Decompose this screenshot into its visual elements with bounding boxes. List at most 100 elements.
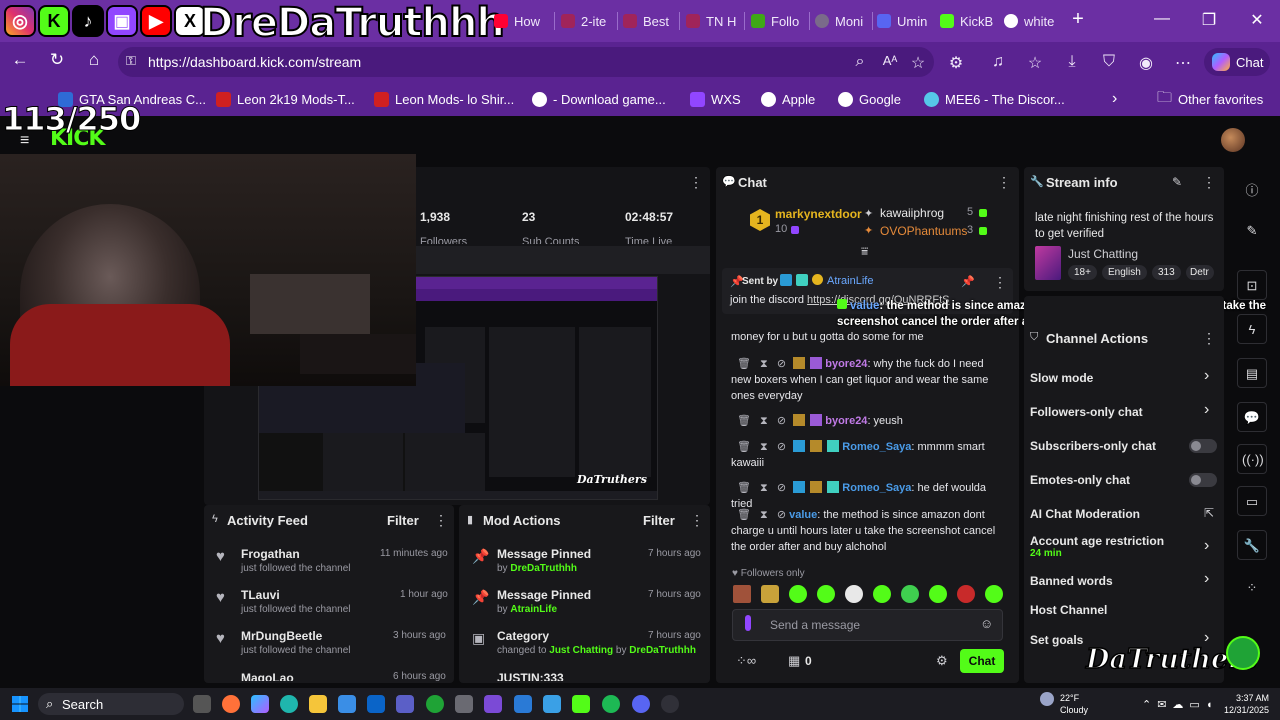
spotify-icon[interactable] bbox=[602, 695, 620, 713]
external-link-icon[interactable]: ⇱ bbox=[1204, 506, 1214, 520]
clock-time[interactable]: 3:37 AM bbox=[1236, 693, 1269, 703]
delete-icon[interactable]: 🗑 bbox=[737, 441, 751, 453]
camera-icon[interactable]: ⊡ bbox=[1242, 278, 1262, 294]
activity-filter-button[interactable]: Filter bbox=[387, 513, 419, 528]
read-aloud-icon[interactable]: Aᴬ bbox=[880, 53, 900, 68]
activity-name[interactable]: MagoLao bbox=[241, 671, 294, 681]
app-icon[interactable] bbox=[455, 695, 473, 713]
slow-mode-action[interactable]: Slow mode bbox=[1030, 371, 1093, 385]
emote[interactable] bbox=[873, 585, 891, 603]
activity-name[interactable]: MrDungBeetle bbox=[241, 629, 322, 643]
browser-tab[interactable]: 2-ite bbox=[561, 8, 613, 34]
chat-username[interactable]: byore24 bbox=[825, 415, 867, 427]
teams-icon[interactable] bbox=[396, 695, 414, 713]
chat-username[interactable]: byore24 bbox=[825, 358, 867, 370]
broadcast-icon[interactable]: ((·)) bbox=[1242, 452, 1264, 467]
mod-filter-button[interactable]: Filter bbox=[643, 513, 675, 528]
site-info-icon[interactable]: ⚿ bbox=[120, 53, 142, 69]
emote[interactable] bbox=[733, 585, 751, 603]
ban-icon[interactable]: ⊘ bbox=[777, 509, 786, 521]
store-icon[interactable] bbox=[338, 695, 356, 713]
chat-more-icon[interactable]: ⋮ bbox=[997, 174, 1011, 191]
chat-username[interactable]: Romeo_Saya bbox=[842, 482, 911, 494]
mod-more-icon[interactable]: ⋮ bbox=[690, 512, 704, 529]
chat-icon[interactable]: 💬 bbox=[1242, 410, 1262, 426]
favorite-star-icon[interactable]: ☆ bbox=[908, 53, 928, 73]
kick-icon[interactable] bbox=[572, 695, 590, 713]
restore-button[interactable]: ❐ bbox=[1197, 10, 1221, 30]
more-options-icon[interactable]: ⋮ bbox=[689, 174, 703, 191]
app-icon[interactable] bbox=[514, 695, 532, 713]
leader-name[interactable]: kawaiiphrog bbox=[880, 206, 944, 220]
info-icon[interactable]: ⓘ bbox=[1242, 180, 1262, 199]
edit-icon[interactable]: ✎ bbox=[1172, 175, 1182, 189]
taskbar-search[interactable] bbox=[38, 693, 184, 715]
emote[interactable] bbox=[761, 585, 779, 603]
wrench-icon[interactable]: 🔧 bbox=[1242, 538, 1262, 554]
unpin-icon[interactable]: 📌 bbox=[961, 275, 975, 288]
banned-words-action[interactable]: Banned words bbox=[1030, 574, 1113, 588]
zoom-icon[interactable]: ⌕ bbox=[850, 53, 870, 71]
edge-icon[interactable] bbox=[280, 695, 298, 713]
emote[interactable] bbox=[985, 585, 1003, 603]
bookmark-item[interactable]: Apple bbox=[761, 90, 815, 108]
chevron-right-icon[interactable]: › bbox=[1204, 401, 1209, 419]
pinned-sender[interactable]: AtrainLife bbox=[827, 275, 873, 287]
activity-name[interactable]: Frogathan bbox=[241, 547, 300, 561]
firefox-icon[interactable] bbox=[222, 695, 240, 713]
chevron-right-icon[interactable]: › bbox=[1204, 570, 1209, 588]
emote[interactable] bbox=[817, 585, 835, 603]
chat-settings-icon[interactable]: ⚙ bbox=[936, 653, 948, 669]
apps-icon[interactable]: ⁘ bbox=[1242, 580, 1262, 596]
edit-icon[interactable]: ✎ bbox=[1242, 223, 1262, 239]
account-age-action[interactable]: Account age restriction bbox=[1030, 534, 1164, 548]
scroll-down-icon[interactable]: ⩸ bbox=[861, 244, 868, 259]
channel-points-icon[interactable]: ⁘∞ bbox=[736, 653, 756, 669]
browser-tab[interactable]: Moni bbox=[815, 8, 869, 34]
downloads-icon[interactable]: ⤓ bbox=[1062, 53, 1082, 71]
emote[interactable] bbox=[845, 585, 863, 603]
activity-more-icon[interactable]: ⋮ bbox=[434, 512, 448, 529]
xbox-icon[interactable] bbox=[426, 695, 444, 713]
browser-tab[interactable]: How bbox=[494, 8, 549, 34]
pinned-more-icon[interactable]: ⋮ bbox=[993, 274, 1007, 291]
host-channel-action[interactable]: Host Channel bbox=[1030, 603, 1107, 617]
close-button[interactable]: ✕ bbox=[1245, 10, 1269, 30]
timeout-icon[interactable]: ⧗ bbox=[760, 509, 768, 521]
delete-icon[interactable]: 🗑 bbox=[737, 482, 751, 494]
tray-icons[interactable]: ⌃✉☁▭◖ bbox=[1142, 698, 1218, 711]
copilot-chat-button[interactable]: Chat bbox=[1204, 48, 1270, 76]
ban-icon[interactable]: ⊘ bbox=[777, 482, 786, 494]
browser-tab[interactable]: Umin bbox=[877, 8, 931, 34]
stream-info-more-icon[interactable]: ⋮ bbox=[1202, 174, 1216, 191]
emote[interactable] bbox=[929, 585, 947, 603]
windows-start-icon[interactable] bbox=[12, 696, 28, 712]
app-icon[interactable] bbox=[484, 695, 502, 713]
photos-icon[interactable] bbox=[543, 695, 561, 713]
file-explorer-icon[interactable] bbox=[309, 695, 327, 713]
emote[interactable] bbox=[789, 585, 807, 603]
emoji-icon[interactable]: ☺ bbox=[980, 616, 993, 631]
delete-icon[interactable]: 🗑 bbox=[737, 358, 751, 370]
delete-icon[interactable]: 🗑 bbox=[737, 509, 751, 521]
ai-moderation-action[interactable]: AI Chat Moderation bbox=[1030, 507, 1140, 521]
emotes-only-toggle[interactable] bbox=[1189, 473, 1217, 487]
copilot-icon[interactable] bbox=[251, 695, 269, 713]
back-icon[interactable]: ← bbox=[9, 50, 31, 70]
bookmark-item[interactable]: Leon Mods- lo Shir... bbox=[374, 90, 514, 108]
timeout-icon[interactable]: ⧗ bbox=[760, 482, 768, 494]
new-tab-button[interactable]: + bbox=[1066, 8, 1090, 31]
timeout-icon[interactable]: ⧗ bbox=[760, 415, 768, 427]
bookmark-item[interactable]: MEE6 - The Discor... bbox=[924, 90, 1065, 108]
task-view-icon[interactable] bbox=[193, 695, 211, 713]
browser-tab[interactable]: TN H bbox=[686, 8, 740, 34]
chat-username[interactable]: value bbox=[789, 509, 817, 521]
collections-icon[interactable]: ♫ bbox=[988, 53, 1008, 71]
followers-only-action[interactable]: Followers-only chat bbox=[1030, 405, 1143, 419]
subscribers-only-action[interactable]: Subscribers-only chat bbox=[1030, 439, 1156, 453]
favorites-icon[interactable]: ☆ bbox=[1025, 53, 1045, 73]
browser-tab[interactable]: white bbox=[1004, 8, 1060, 34]
delete-icon[interactable]: 🗑 bbox=[737, 415, 751, 427]
chevron-right-icon[interactable]: › bbox=[1204, 367, 1209, 385]
clock-date[interactable]: 12/31/2025 bbox=[1224, 705, 1269, 715]
